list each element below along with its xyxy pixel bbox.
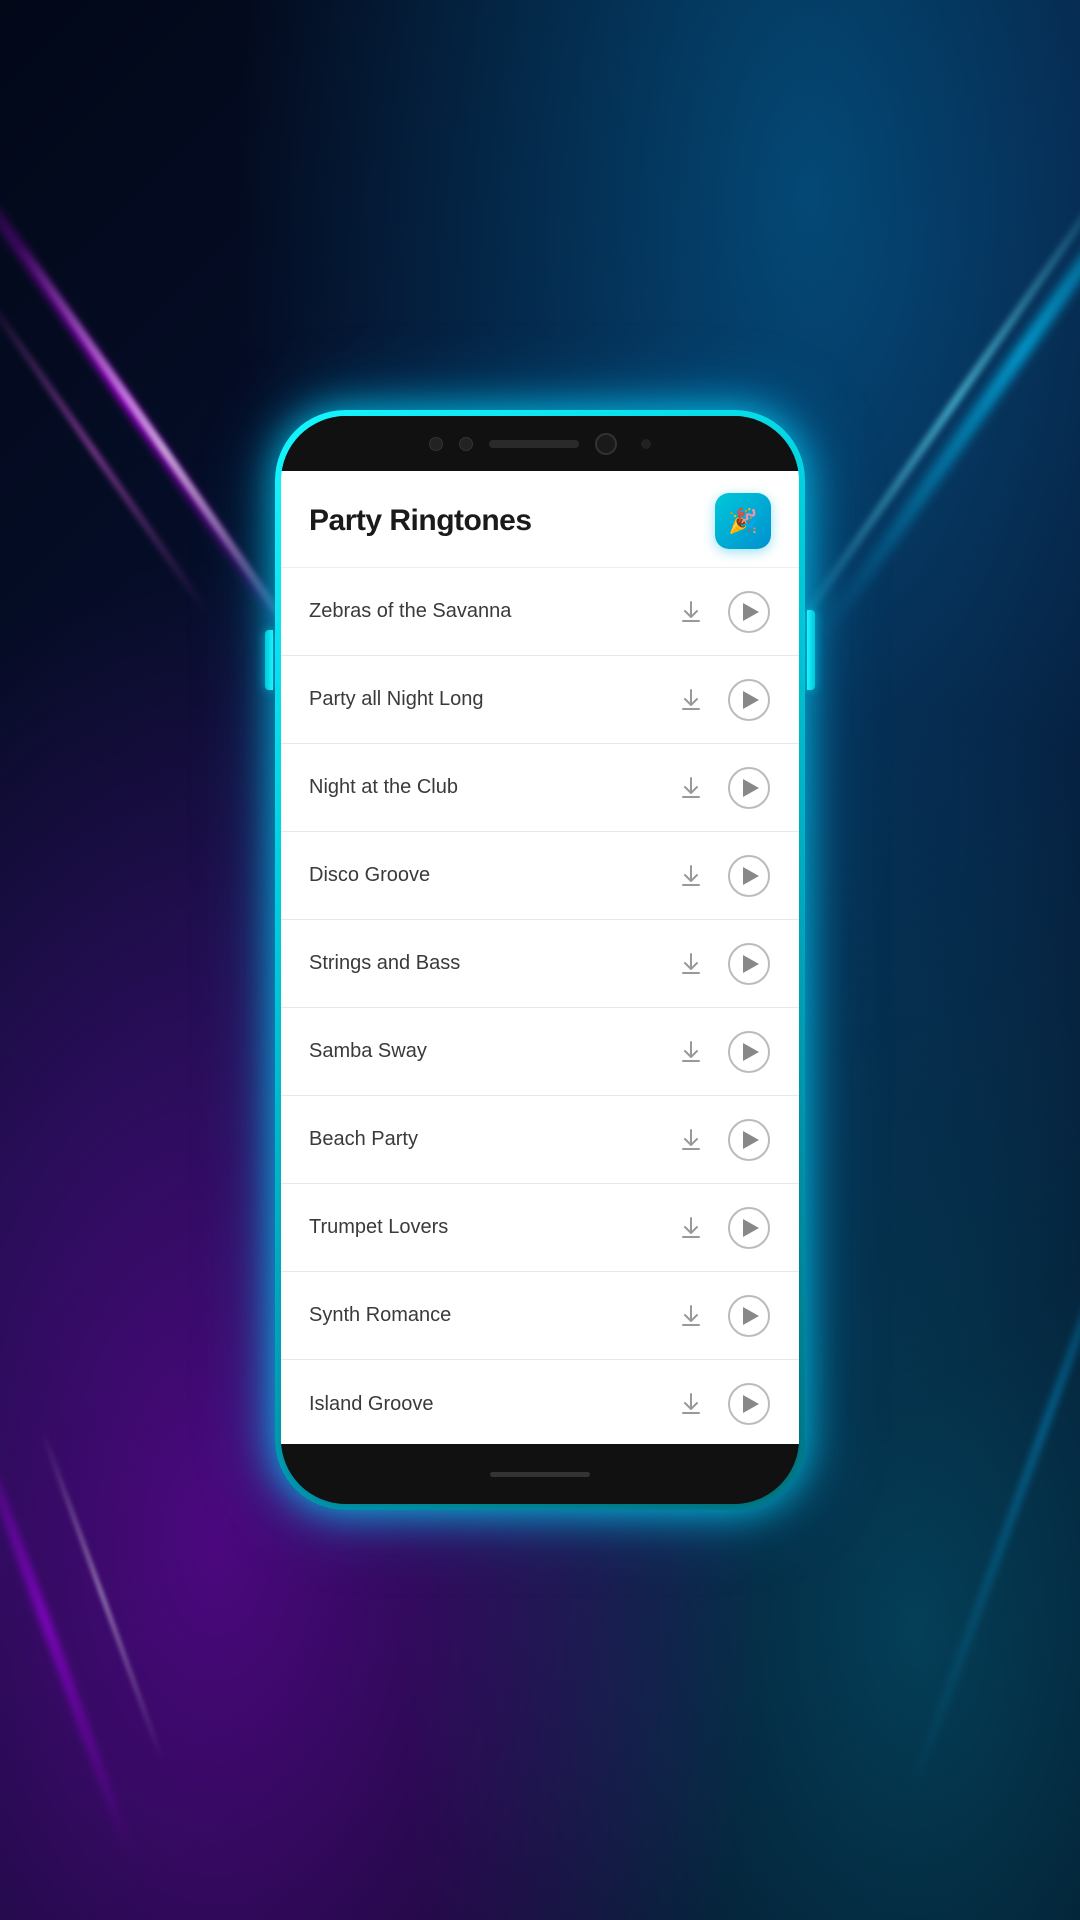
list-item[interactable]: Beach Party — [281, 1096, 799, 1184]
play-circle — [728, 943, 770, 985]
play-triangle-icon — [743, 955, 759, 973]
list-item[interactable]: Night at the Club — [281, 744, 799, 832]
ringtone-name: Party all Night Long — [309, 688, 655, 711]
ringtone-name: Zebras of the Savanna — [309, 600, 655, 623]
ringtone-name: Night at the Club — [309, 776, 655, 799]
phone-screen: Party Ringtones 🎉 Zebras of the Savanna … — [281, 416, 799, 1504]
play-button[interactable] — [727, 942, 771, 986]
play-circle — [728, 1383, 770, 1425]
list-item[interactable]: Trumpet Lovers — [281, 1184, 799, 1272]
play-circle — [728, 1031, 770, 1073]
play-triangle-icon — [743, 1043, 759, 1061]
download-icon — [678, 1391, 704, 1417]
play-triangle-icon — [743, 867, 759, 885]
list-item[interactable]: Synth Romance — [281, 1272, 799, 1360]
list-item[interactable]: Disco Groove — [281, 832, 799, 920]
phone-bottom-bar — [281, 1444, 799, 1504]
download-icon — [678, 1303, 704, 1329]
play-button[interactable] — [727, 1118, 771, 1162]
play-button[interactable] — [727, 1030, 771, 1074]
phone-top-bar — [281, 416, 799, 471]
download-icon — [678, 687, 704, 713]
ringtone-name: Trumpet Lovers — [309, 1216, 655, 1239]
download-icon — [678, 775, 704, 801]
play-triangle-icon — [743, 1307, 759, 1325]
play-circle — [728, 855, 770, 897]
download-icon — [678, 599, 704, 625]
play-button[interactable] — [727, 766, 771, 810]
screen-content: Party Ringtones 🎉 Zebras of the Savanna … — [281, 471, 799, 1444]
list-item[interactable]: Samba Sway — [281, 1008, 799, 1096]
download-button[interactable] — [669, 766, 713, 810]
speaker-bar — [489, 440, 579, 448]
play-circle — [728, 1295, 770, 1337]
download-button[interactable] — [669, 1118, 713, 1162]
ringtone-name: Island Groove — [309, 1393, 655, 1416]
app-icon: 🎉 — [715, 493, 771, 549]
list-item[interactable]: Party all Night Long — [281, 656, 799, 744]
ringtone-name: Synth Romance — [309, 1304, 655, 1327]
camera-dot-2 — [459, 437, 473, 451]
download-button[interactable] — [669, 1382, 713, 1426]
ringtone-name: Samba Sway — [309, 1040, 655, 1063]
play-triangle-icon — [743, 691, 759, 709]
download-button[interactable] — [669, 854, 713, 898]
list-item[interactable]: Strings and Bass — [281, 920, 799, 1008]
download-button[interactable] — [669, 942, 713, 986]
ringtone-name: Strings and Bass — [309, 952, 655, 975]
play-button[interactable] — [727, 590, 771, 634]
play-triangle-icon — [743, 1131, 759, 1149]
play-triangle-icon — [743, 1395, 759, 1413]
ringtone-list: Zebras of the Savanna Party all Night Lo… — [281, 568, 799, 1444]
download-icon — [678, 1127, 704, 1153]
list-item[interactable]: Island Groove — [281, 1360, 799, 1444]
play-button[interactable] — [727, 1382, 771, 1426]
play-circle — [728, 1119, 770, 1161]
ringtone-name: Beach Party — [309, 1128, 655, 1151]
download-button[interactable] — [669, 590, 713, 634]
download-icon — [678, 1039, 704, 1065]
play-circle — [728, 679, 770, 721]
app-icon-emoji: 🎉 — [728, 507, 758, 536]
play-circle — [728, 767, 770, 809]
download-icon — [678, 951, 704, 977]
camera-sensor — [641, 439, 651, 449]
ringtone-name: Disco Groove — [309, 864, 655, 887]
play-triangle-icon — [743, 1219, 759, 1237]
play-button[interactable] — [727, 1294, 771, 1338]
download-button[interactable] — [669, 1294, 713, 1338]
phone-device: Party Ringtones 🎉 Zebras of the Savanna … — [275, 410, 805, 1510]
download-button[interactable] — [669, 678, 713, 722]
play-triangle-icon — [743, 779, 759, 797]
list-item[interactable]: Zebras of the Savanna — [281, 568, 799, 656]
play-triangle-icon — [743, 603, 759, 621]
download-button[interactable] — [669, 1030, 713, 1074]
app-title: Party Ringtones — [309, 504, 532, 538]
play-button[interactable] — [727, 678, 771, 722]
home-indicator — [490, 1472, 590, 1477]
play-circle — [728, 591, 770, 633]
camera-dot-1 — [429, 437, 443, 451]
download-icon — [678, 1215, 704, 1241]
front-camera — [595, 433, 617, 455]
play-button[interactable] — [727, 1206, 771, 1250]
download-button[interactable] — [669, 1206, 713, 1250]
play-circle — [728, 1207, 770, 1249]
download-icon — [678, 863, 704, 889]
phone-frame: Party Ringtones 🎉 Zebras of the Savanna … — [275, 410, 805, 1510]
app-header: Party Ringtones 🎉 — [281, 471, 799, 568]
play-button[interactable] — [727, 854, 771, 898]
